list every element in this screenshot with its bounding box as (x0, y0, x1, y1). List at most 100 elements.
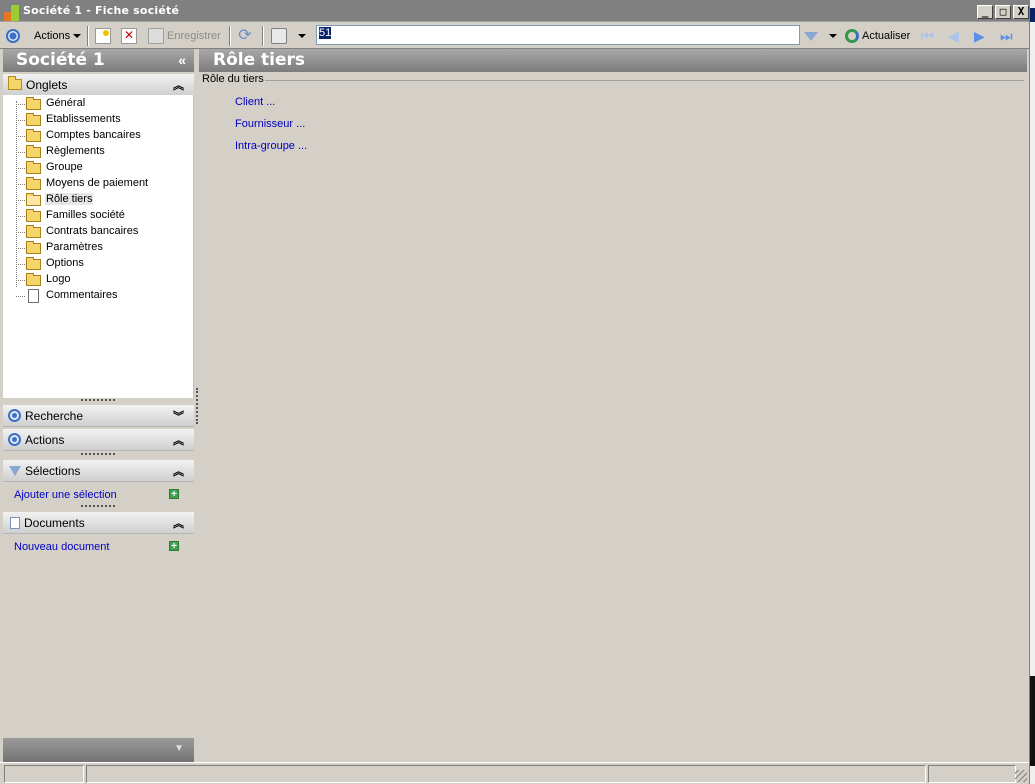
save-label: Enregistrer (167, 30, 221, 42)
actions-menu-button[interactable]: Actions (34, 27, 82, 45)
tree-item-moyens-de-paiement[interactable]: Moyens de paiement (3, 176, 194, 192)
tree-item-contrats-bancaires[interactable]: Contrats bancaires (3, 224, 194, 240)
folder-icon (26, 225, 41, 238)
new-document-plus-icon[interactable]: + (169, 541, 179, 552)
tree-item-general[interactable]: Général (3, 96, 194, 112)
search-input[interactable]: 51 (316, 25, 800, 45)
previous-record-button[interactable]: ◀ (948, 27, 959, 45)
folder-icon (8, 76, 22, 90)
fournisseur-link[interactable]: Fournisseur ... (235, 118, 305, 130)
collapse-panel-button[interactable]: « (178, 52, 186, 68)
page-title: Rôle tiers (213, 50, 306, 70)
tree-item-label: Général (46, 97, 86, 109)
tree-item-label: Options (46, 257, 84, 269)
next-record-icon: ▶ (974, 28, 985, 44)
new-button[interactable] (95, 27, 111, 45)
intra-groupe-link[interactable]: Intra-groupe ... (235, 140, 307, 152)
print-dropdown-button[interactable] (298, 27, 306, 45)
document-icon (10, 516, 20, 529)
resize-grip[interactable] (81, 399, 115, 402)
tree-item-comptes-bancaires[interactable]: Comptes bancaires (3, 128, 194, 144)
tree-item-label: Groupe (46, 161, 83, 173)
folder-icon (26, 177, 41, 190)
tree-item-logo[interactable]: Logo (3, 272, 194, 288)
tree-item-label: Règlements (46, 145, 105, 157)
filter-icon (804, 31, 818, 41)
options-button[interactable] (6, 27, 20, 45)
add-selection-link[interactable]: Ajouter une sélection (14, 489, 117, 501)
caret-down-icon (829, 34, 837, 38)
toolbar: Actions ✕ Enregistrer ⟳ 51 Actualiser ⏮ … (0, 23, 1029, 49)
maximize-button[interactable]: □ (995, 5, 1011, 19)
tree-item-role-tiers[interactable]: Rôle tiers (3, 192, 194, 208)
folder-icon (26, 113, 41, 126)
tree-item-label: Commentaires (46, 289, 118, 301)
onglets-label: Onglets (26, 77, 68, 92)
sync-icon: ⟳ (238, 27, 252, 44)
tree-item-etablissements[interactable]: Etablissements (3, 112, 194, 128)
search-input-value: 51 (319, 27, 332, 39)
refresh-icon (845, 29, 859, 43)
tree-item-parametres[interactable]: Paramètres (3, 240, 194, 256)
main-panel-header: Rôle tiers (199, 49, 1027, 72)
tree-item-label: Moyens de paiement (46, 177, 149, 189)
client-link[interactable]: Client ... (235, 96, 275, 108)
folder-icon (26, 161, 41, 174)
status-cell (928, 765, 1016, 783)
selections-section-header[interactable]: Sélections ︽ (3, 460, 194, 482)
folder-open-icon (26, 193, 41, 206)
caret-down-icon (73, 34, 82, 38)
collapse-up-icon[interactable]: ︽ (173, 463, 184, 479)
expand-down-icon[interactable]: ︾ (173, 408, 184, 424)
last-record-button[interactable]: ⏭ (1000, 27, 1013, 45)
folder-icon (26, 241, 41, 254)
tree-item-label: Etablissements (46, 113, 121, 125)
actions-circle-icon (8, 433, 21, 446)
folder-icon (26, 273, 41, 286)
delete-button[interactable]: ✕ (121, 27, 137, 45)
filter-icon (9, 465, 21, 476)
recherche-section-header[interactable]: Recherche ︾ (3, 405, 194, 427)
collapse-up-icon[interactable]: ︽ (173, 77, 184, 93)
panel-splitter[interactable] (196, 388, 198, 424)
left-panel-footer: ▼ (3, 738, 194, 762)
actions-section-header[interactable]: Actions ︽ (3, 429, 194, 451)
resize-grip-icon[interactable] (1015, 770, 1027, 782)
title-bar: Société 1 - Fiche société _ □ X (0, 0, 1029, 22)
folder-icon (26, 129, 41, 142)
left-panel: Société 1 « Onglets ︽ Général Etablissem… (3, 49, 194, 762)
tree-item-options[interactable]: Options (3, 256, 194, 272)
new-document-link[interactable]: Nouveau document (14, 541, 109, 553)
print-button[interactable] (271, 27, 287, 45)
tree-item-commentaires[interactable]: Commentaires (3, 288, 194, 304)
filter-dropdown-button[interactable] (829, 27, 837, 45)
add-selection-plus-icon[interactable]: + (169, 489, 179, 500)
tree-item-label: Comptes bancaires (46, 129, 141, 141)
minimize-button[interactable]: _ (977, 5, 993, 19)
sync-button[interactable]: ⟳ (237, 27, 253, 45)
first-record-button[interactable]: ⏮ (921, 27, 934, 45)
close-button[interactable]: X (1013, 5, 1029, 19)
tree-item-familles-societe[interactable]: Familles société (3, 208, 194, 224)
next-record-button[interactable]: ▶ (974, 27, 985, 45)
record-title: Société 1 (16, 50, 105, 70)
app-logo-icon (4, 5, 20, 21)
delete-icon: ✕ (121, 28, 137, 44)
onglets-section-header[interactable]: Onglets ︽ (3, 74, 194, 96)
right-edge-strip (1029, 0, 1035, 784)
save-button[interactable]: Enregistrer (148, 27, 221, 45)
actions-section-label: Actions (25, 432, 65, 447)
tree-item-label: Contrats bancaires (46, 225, 139, 237)
refresh-button[interactable]: Actualiser (845, 27, 910, 45)
documents-section-header[interactable]: Documents ︽ (3, 512, 194, 534)
resize-grip[interactable] (81, 505, 115, 508)
filter-button[interactable] (804, 27, 818, 45)
tree-item-reglements[interactable]: Règlements (3, 144, 194, 160)
collapse-up-icon[interactable]: ︽ (173, 432, 184, 448)
tabs-tree: Général Etablissements Comptes bancaires… (3, 95, 194, 398)
tree-item-groupe[interactable]: Groupe (3, 160, 194, 176)
resize-grip[interactable] (81, 453, 115, 456)
last-record-icon: ⏭ (1000, 28, 1013, 44)
chevron-down-icon[interactable]: ▼ (174, 743, 184, 754)
collapse-up-icon[interactable]: ︽ (173, 515, 184, 531)
